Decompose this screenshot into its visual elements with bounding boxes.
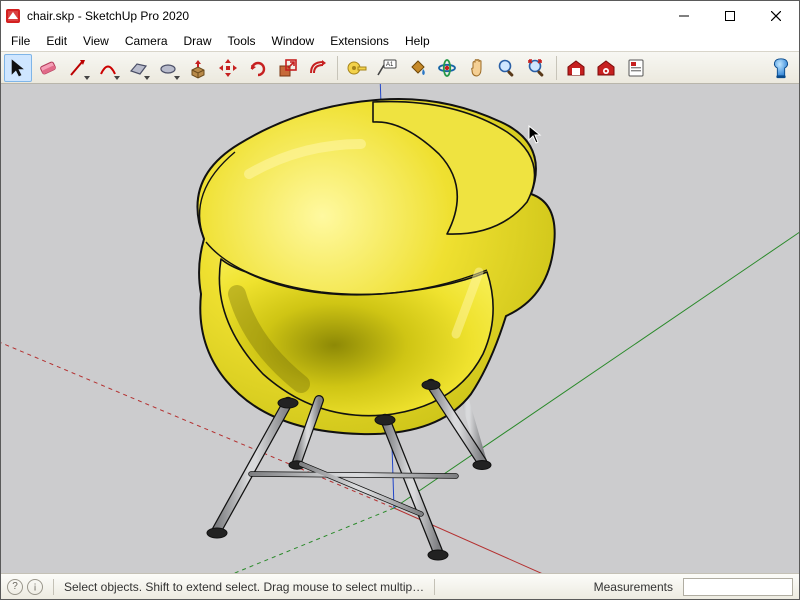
- tool-zoom-extents[interactable]: [523, 54, 551, 82]
- measurements-label: Measurements: [594, 580, 673, 594]
- tool-tapemeasure[interactable]: [343, 54, 371, 82]
- maximize-button[interactable]: [707, 1, 753, 31]
- tool-scale[interactable]: [274, 54, 302, 82]
- tool-orbit[interactable]: [433, 54, 461, 82]
- tool-pushpull[interactable]: [184, 54, 212, 82]
- toolbar-separator: [337, 56, 338, 80]
- tool-text[interactable]: A1: [373, 54, 401, 82]
- tool-rotate[interactable]: [244, 54, 272, 82]
- toolbar: A1: [1, 51, 799, 84]
- menu-extensions[interactable]: Extensions: [322, 31, 397, 51]
- menu-file[interactable]: File: [3, 31, 38, 51]
- status-separator: [53, 579, 54, 595]
- titlebar: chair.skp - SketchUp Pro 2020: [1, 1, 799, 31]
- tool-arc[interactable]: [94, 54, 122, 82]
- viewport-canvas: [1, 84, 799, 573]
- tool-extension-warehouse[interactable]: [592, 54, 620, 82]
- tool-circle[interactable]: [154, 54, 182, 82]
- toolbar-separator: [556, 56, 557, 80]
- menu-draw[interactable]: Draw: [176, 31, 220, 51]
- tool-pan[interactable]: [463, 54, 491, 82]
- tool-select[interactable]: [4, 54, 32, 82]
- close-button[interactable]: [753, 1, 799, 31]
- menu-window[interactable]: Window: [264, 31, 323, 51]
- minimize-button[interactable]: [661, 1, 707, 31]
- tool-paintbucket[interactable]: [403, 54, 431, 82]
- menu-edit[interactable]: Edit: [38, 31, 75, 51]
- tool-line[interactable]: [64, 54, 92, 82]
- geolocate-icon[interactable]: ?: [7, 579, 23, 595]
- tool-move[interactable]: [214, 54, 242, 82]
- status-separator: [434, 579, 435, 595]
- credits-icon[interactable]: ¡: [27, 579, 43, 595]
- tool-offset[interactable]: [304, 54, 332, 82]
- menubar: File Edit View Camera Draw Tools Window …: [1, 31, 799, 51]
- tool-zoom[interactable]: [493, 54, 521, 82]
- status-hint: Select objects. Shift to extend select. …: [64, 580, 424, 594]
- statusbar: ? ¡ Select objects. Shift to extend sele…: [1, 573, 799, 599]
- svg-text:A1: A1: [386, 62, 394, 68]
- tool-instructor[interactable]: [766, 53, 796, 83]
- tool-3d-warehouse[interactable]: [562, 54, 590, 82]
- menu-tools[interactable]: Tools: [220, 31, 264, 51]
- menu-help[interactable]: Help: [397, 31, 438, 51]
- tool-rectangle[interactable]: [124, 54, 152, 82]
- window-title: chair.skp - SketchUp Pro 2020: [27, 9, 189, 23]
- viewport[interactable]: [1, 84, 799, 573]
- measurements-input[interactable]: [683, 578, 793, 596]
- app-icon: [5, 8, 21, 24]
- menu-view[interactable]: View: [75, 31, 117, 51]
- tool-send-to-layout[interactable]: [622, 54, 650, 82]
- menu-camera[interactable]: Camera: [117, 31, 176, 51]
- tool-eraser[interactable]: [34, 54, 62, 82]
